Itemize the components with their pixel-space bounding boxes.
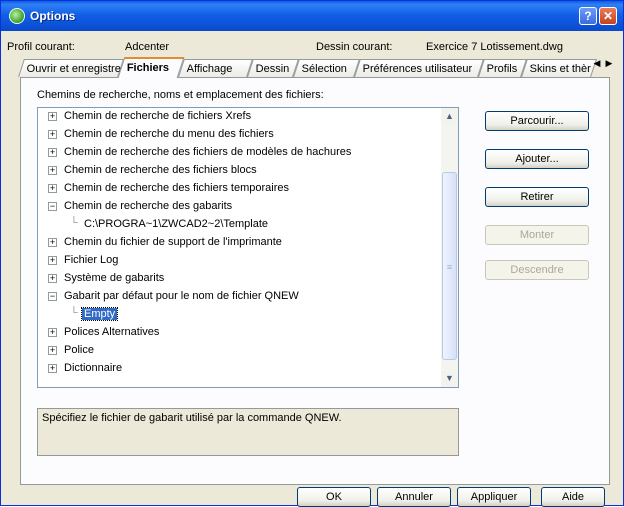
expand-icon[interactable]: + — [48, 238, 57, 247]
scroll-down-icon[interactable]: ▼ — [442, 371, 457, 386]
description-box: Spécifiez le fichier de gabarit utilisé … — [37, 408, 459, 456]
expand-icon[interactable]: + — [48, 328, 57, 337]
expand-icon[interactable]: + — [48, 346, 57, 355]
section-label: Chemins de recherche, noms et emplacemen… — [37, 89, 324, 101]
drawing-label: Dessin courant: — [316, 41, 393, 53]
tab-selection[interactable]: Sélection — [293, 59, 360, 77]
expand-icon[interactable]: + — [48, 256, 57, 265]
chevron-left-icon[interactable]: ◀ — [591, 58, 603, 69]
zwcad-logo-icon — [9, 8, 25, 24]
collapse-icon[interactable]: − — [48, 292, 57, 301]
scroll-thumb[interactable]: ≡ — [442, 172, 457, 360]
remove-button[interactable]: Retirer — [485, 187, 589, 207]
expand-icon[interactable]: + — [48, 166, 57, 175]
profile-value: Adcenter — [125, 41, 170, 53]
chevron-right-icon[interactable]: ▶ — [603, 58, 615, 69]
cancel-button[interactable]: Annuler — [377, 487, 451, 507]
paths-tree[interactable]: + Chemin de recherche de fichiers Xrefs +… — [37, 107, 459, 388]
tab-bar: Ouvrir et enregistrer Fichiers Affichage… — [18, 57, 611, 78]
tab-fichiers[interactable]: Fichiers — [117, 57, 185, 78]
expand-icon[interactable]: + — [48, 184, 57, 193]
expand-icon[interactable]: + — [48, 364, 57, 373]
expand-icon[interactable]: + — [48, 130, 57, 139]
tab-skins[interactable]: Skins et thèr — [521, 59, 597, 77]
expand-icon[interactable]: + — [48, 148, 57, 157]
drawing-value: Exercice 7 Lotissement.dwg — [426, 41, 563, 53]
window-title: Options — [30, 9, 76, 23]
ok-button[interactable]: OK — [297, 487, 371, 507]
expand-icon[interactable]: + — [48, 274, 57, 283]
tree-scrollbar[interactable]: ▲ ≡ ▼ — [441, 108, 458, 387]
tab-dessin[interactable]: Dessin — [247, 59, 299, 77]
apply-button[interactable]: Appliquer — [457, 487, 531, 507]
tab-ouvrir-et-enregistrer[interactable]: Ouvrir et enregistrer — [18, 59, 124, 77]
title-bar[interactable]: Options ? ✕ — [1, 1, 623, 31]
browse-button[interactable]: Parcourir... — [485, 111, 589, 131]
tab-preferences-utilisateur[interactable]: Préférences utilisateur — [354, 59, 484, 77]
add-button[interactable]: Ajouter... — [485, 149, 589, 169]
help-button[interactable]: Aide — [541, 487, 605, 507]
scroll-up-icon[interactable]: ▲ — [442, 109, 457, 124]
collapse-icon[interactable]: − — [48, 202, 57, 211]
help-icon[interactable]: ? — [579, 7, 597, 25]
move-down-button[interactable]: Descendre — [485, 260, 589, 280]
close-icon[interactable]: ✕ — [599, 7, 617, 25]
move-up-button[interactable]: Monter — [485, 225, 589, 245]
tab-scroll: ◀ ▶ — [591, 58, 617, 75]
tab-profils[interactable]: Profils — [478, 59, 527, 77]
profile-label: Profil courant: — [7, 41, 75, 53]
expand-icon[interactable]: + — [48, 112, 57, 121]
tab-affichage[interactable]: Affichage — [178, 59, 253, 77]
options-dialog: Options ? ✕ Profil courant: Adcenter Des… — [0, 0, 624, 507]
